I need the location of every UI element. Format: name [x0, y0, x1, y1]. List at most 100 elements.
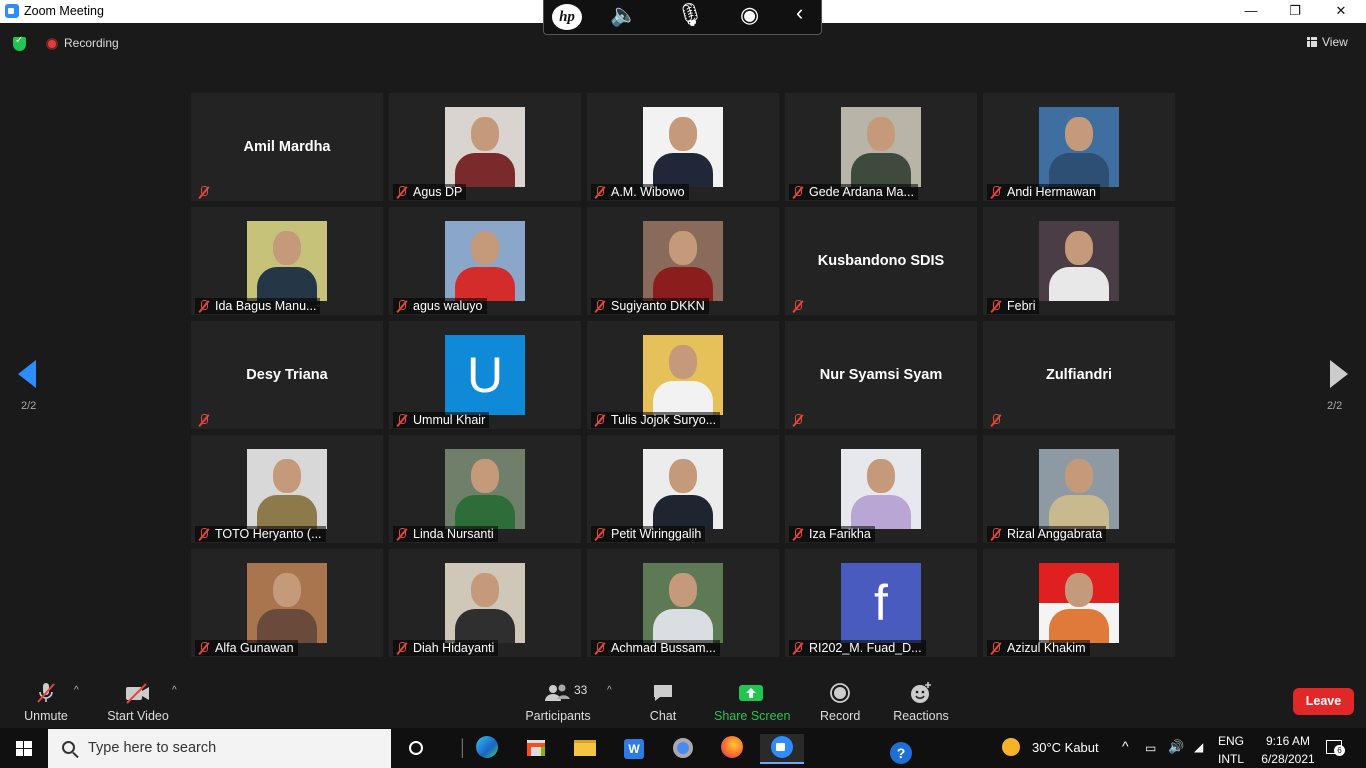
participant-tile[interactable]: Tulis Jojok Suryo... — [587, 321, 779, 429]
participant-tile[interactable]: Amil Mardha — [191, 93, 383, 201]
chat-button[interactable]: Chat — [643, 681, 683, 723]
audio-options-chevron-icon[interactable]: ^ — [74, 685, 79, 696]
taskbar-search-box[interactable]: Type here to search — [48, 729, 391, 768]
participant-tile[interactable]: Rizal Anggabrata — [983, 435, 1175, 543]
close-button[interactable]: ✕ — [1318, 0, 1364, 23]
participant-name: Iza Farikha — [809, 527, 871, 541]
zoom-taskbar-icon[interactable] — [760, 734, 804, 764]
participant-name-bar: Petit Wiringgalih — [591, 526, 706, 542]
participant-tile[interactable]: Petit Wiringgalih — [587, 435, 779, 543]
minimize-button[interactable]: — — [1228, 0, 1274, 23]
collapse-icon[interactable]: ‹ — [796, 0, 803, 26]
participant-video — [1039, 221, 1119, 301]
record-button[interactable]: Record — [820, 681, 860, 723]
previous-page-arrow-icon[interactable] — [18, 360, 36, 388]
start-video-button[interactable]: Start Video — [106, 681, 170, 723]
broadcast-icon[interactable]: ◉ — [740, 2, 759, 28]
participant-name-bar: Agus DP — [393, 184, 467, 200]
next-page-arrow-icon[interactable] — [1330, 360, 1348, 388]
video-options-chevron-icon[interactable]: ^ — [172, 685, 177, 696]
participants-chevron-icon[interactable]: ^ — [607, 685, 612, 696]
participant-tile[interactable]: f RI202_M. Fuad_D... — [785, 549, 977, 657]
view-button[interactable]: View — [1307, 35, 1348, 49]
participant-name: Alfa Gunawan — [215, 641, 294, 655]
participant-name-bar — [195, 184, 219, 200]
speaker-icon[interactable]: 🔈 — [610, 2, 637, 28]
keyboard-layout: INTL — [1218, 752, 1245, 766]
participant-tile[interactable]: Agus DP — [389, 93, 581, 201]
participant-tile[interactable]: Iza Farikha — [785, 435, 977, 543]
participant-tile[interactable]: Febri — [983, 207, 1175, 315]
participant-tile[interactable]: Zulfiandri — [983, 321, 1175, 429]
muted-mic-icon — [594, 642, 605, 654]
encryption-shield-icon[interactable] — [13, 35, 26, 51]
weather-text[interactable]: 30°C Kabut — [1032, 741, 1099, 755]
unmute-button[interactable]: Unmute — [20, 681, 72, 723]
participant-tile[interactable]: A.M. Wibowo — [587, 93, 779, 201]
clock-date: 6/28/2021 — [1261, 752, 1315, 766]
participant-tile[interactable]: Kusbandono SDIS — [785, 207, 977, 315]
firefox-icon[interactable] — [717, 734, 747, 764]
language-indicator[interactable]: ENG INTL — [1218, 734, 1244, 766]
muted-mic-icon — [792, 642, 803, 654]
participant-tile[interactable]: Alfa Gunawan — [191, 549, 383, 657]
participant-name-bar: A.M. Wibowo — [591, 184, 689, 200]
participant-tile[interactable]: U Ummul Khair — [389, 321, 581, 429]
participant-tile[interactable]: Desy Triana — [191, 321, 383, 429]
participant-tile[interactable]: Gede Ardana Ma... — [785, 93, 977, 201]
window-title: Zoom Meeting — [24, 4, 104, 18]
participant-name: Achmad Bussam... — [611, 641, 716, 655]
notifications-icon[interactable]: 6 — [1326, 740, 1345, 757]
mic-icon[interactable]: 🎙 — [676, 2, 704, 28]
participant-tile[interactable]: agus waluyo — [389, 207, 581, 315]
help-icon[interactable]: ? — [886, 734, 916, 764]
share-screen-button[interactable]: Share Screen — [714, 681, 790, 723]
file-explorer-icon[interactable] — [570, 734, 600, 764]
participant-tile[interactable]: Diah Hidayanti — [389, 549, 581, 657]
muted-mic-icon — [990, 414, 1001, 426]
reactions-button[interactable]: Reactions — [893, 681, 949, 723]
weather-icon[interactable] — [1002, 738, 1020, 759]
person-head — [669, 117, 697, 151]
participant-tile[interactable]: Nur Syamsi Syam — [785, 321, 977, 429]
tray-chevron-icon[interactable]: ^ — [1122, 739, 1129, 753]
cortana-icon[interactable] — [401, 734, 431, 764]
chrome-icon[interactable] — [668, 734, 698, 764]
muted-mic-icon — [990, 528, 1001, 540]
participant-display-name: Amil Mardha — [243, 139, 331, 155]
participants-count: 33 — [574, 683, 588, 697]
participant-tile[interactable]: Achmad Bussam... — [587, 549, 779, 657]
person-body — [257, 609, 317, 643]
wps-writer-icon[interactable]: W — [619, 734, 649, 764]
participants-button[interactable]: 33 Participants — [524, 681, 592, 723]
muted-mic-icon — [396, 642, 407, 654]
clock[interactable]: 9:16 AM 6/28/2021 — [1258, 734, 1318, 766]
participant-name: Rizal Anggabrata — [1007, 527, 1103, 541]
leave-button[interactable]: Leave — [1293, 688, 1354, 715]
muted-mic-icon — [792, 186, 803, 198]
windows-start-icon[interactable] — [16, 741, 32, 756]
muted-mic-icon — [594, 300, 605, 312]
recording-label[interactable]: Recording — [64, 36, 119, 50]
edge-browser-icon[interactable] — [472, 734, 502, 764]
reactions-smiley-icon — [893, 681, 949, 705]
network-icon[interactable]: ◢ — [1194, 740, 1203, 754]
participant-tile[interactable]: Sugiyanto DKKN — [587, 207, 779, 315]
participant-video — [445, 107, 525, 187]
participant-tile[interactable]: Linda Nursanti — [389, 435, 581, 543]
page-indicator-right: 2/2 — [1327, 400, 1343, 412]
maximize-button[interactable]: ❐ — [1272, 0, 1318, 23]
participant-tile[interactable]: TOTO Heryanto (... — [191, 435, 383, 543]
participant-tile[interactable]: Ida Bagus Manu... — [191, 207, 383, 315]
participant-name-bar: Ida Bagus Manu... — [195, 298, 321, 314]
participant-tile[interactable]: Azizul Khakim — [983, 549, 1175, 657]
volume-icon[interactable]: 🔊 — [1168, 740, 1184, 754]
microsoft-store-icon[interactable] — [521, 734, 551, 764]
battery-icon[interactable]: ▭ — [1145, 741, 1156, 755]
participant-name-bar: Andi Hermawan — [987, 184, 1100, 200]
zoom-app-icon — [5, 4, 19, 18]
reactions-label: Reactions — [893, 709, 949, 723]
person-body — [653, 153, 713, 187]
chat-label: Chat — [649, 709, 677, 723]
participant-tile[interactable]: Andi Hermawan — [983, 93, 1175, 201]
